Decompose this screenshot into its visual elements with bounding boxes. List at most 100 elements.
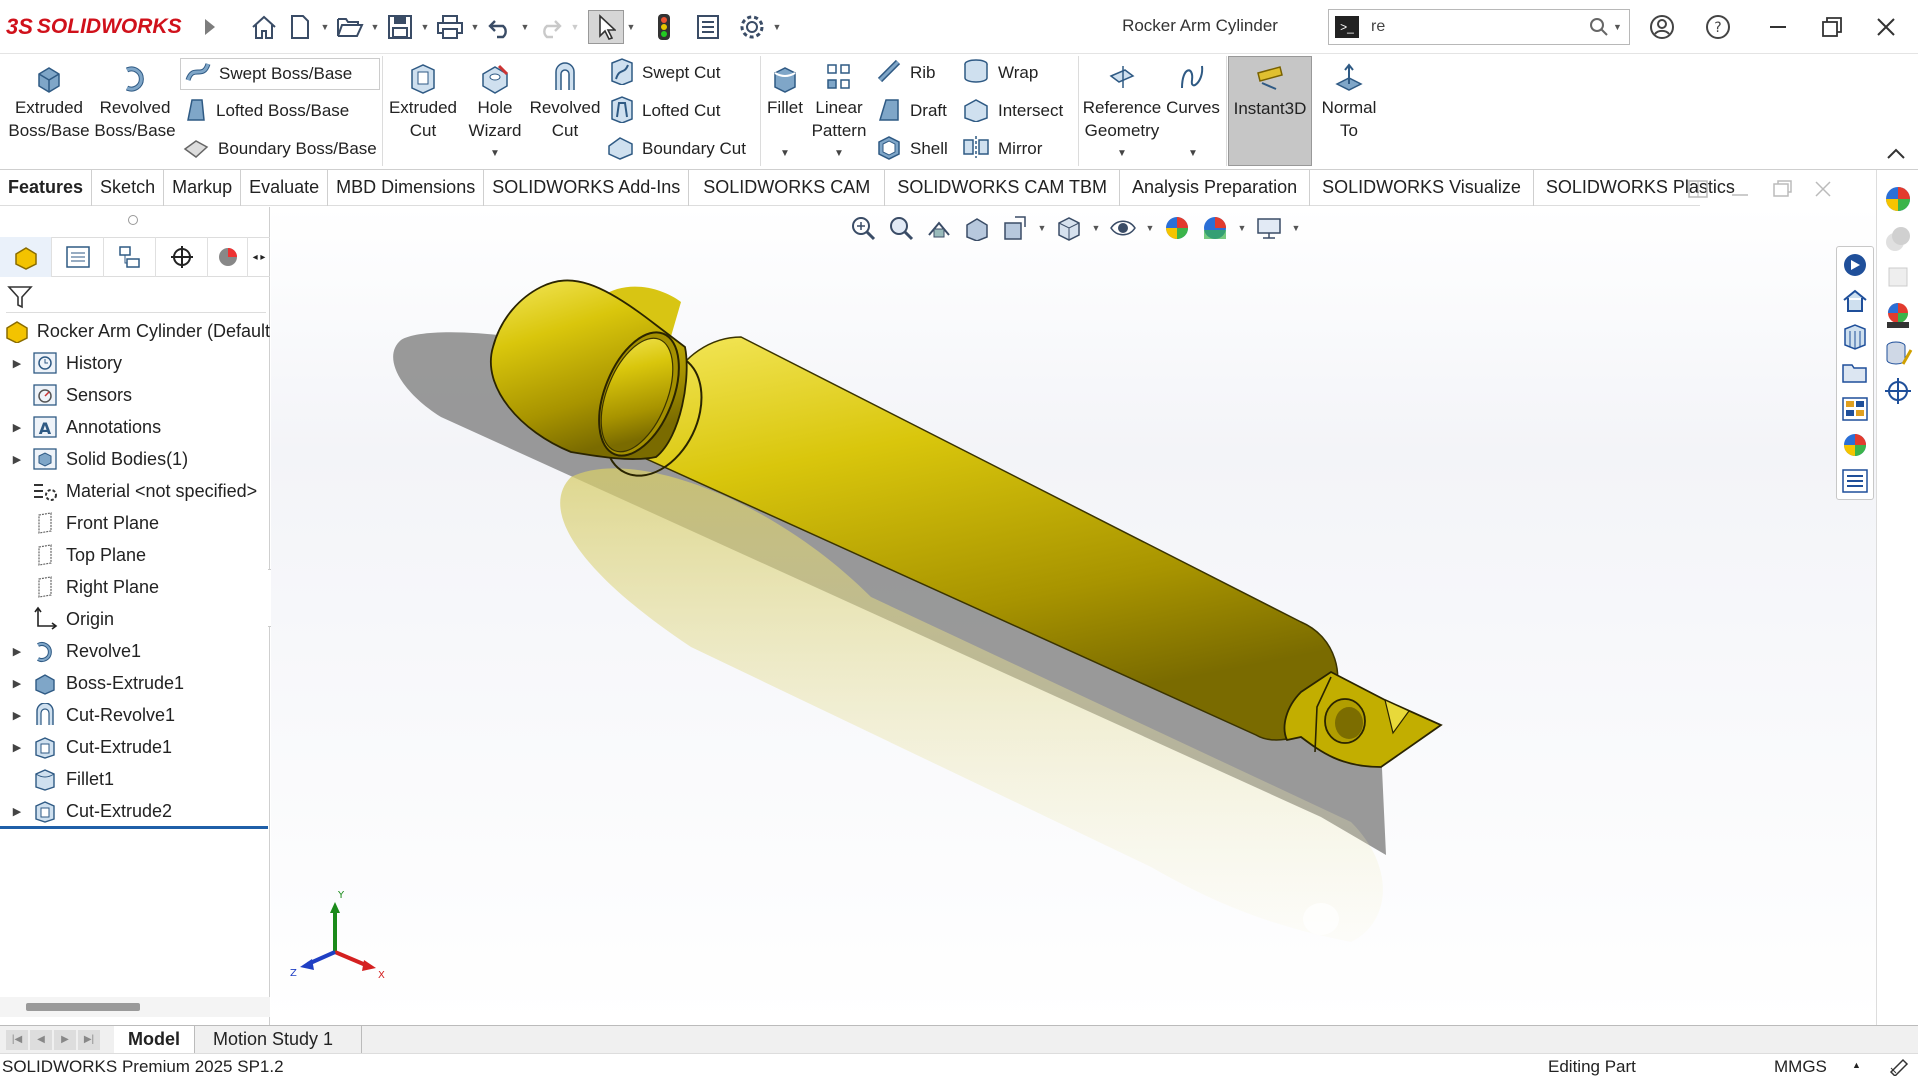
boundary-boss-button[interactable]: Boundary Boss/Base xyxy=(182,134,377,164)
file-properties-icon[interactable] xyxy=(690,10,726,44)
first-tab-icon[interactable]: |◀ xyxy=(6,1029,28,1050)
fillet-dropdown-icon[interactable]: ▼ xyxy=(762,142,808,165)
panel-splitter-handle[interactable] xyxy=(128,215,138,225)
tab-solidworks-add-ins[interactable]: SOLIDWORKS Add-Ins xyxy=(484,169,690,206)
scene-lights-icon[interactable] xyxy=(1883,300,1913,335)
wrap-button[interactable]: Wrap xyxy=(962,58,1038,88)
search-box[interactable]: >_ re ▼ xyxy=(1328,9,1630,45)
restore-icon[interactable] xyxy=(1812,12,1852,42)
minimize-icon[interactable] xyxy=(1758,12,1798,42)
rib-button[interactable]: Rib xyxy=(876,58,936,88)
expand-arrow-icon[interactable]: ▶ xyxy=(4,357,30,370)
boundary-cut-button[interactable]: Boundary Cut xyxy=(606,134,746,164)
tree-item-cut-extrude2[interactable]: ▶ Cut-Extrude2 xyxy=(0,795,270,827)
tab-sketch[interactable]: Sketch xyxy=(92,169,165,206)
search-icon[interactable] xyxy=(1585,17,1613,37)
tree-root-part[interactable]: Rocker Arm Cylinder (Default xyxy=(0,315,270,347)
appearances-scenes-icon[interactable] xyxy=(1837,427,1873,463)
save-dropdown-icon[interactable]: ▼ xyxy=(418,10,432,44)
fillet-button[interactable]: Fillet ▼ xyxy=(762,60,808,165)
rebuild-traffic-light-icon[interactable] xyxy=(646,10,682,44)
select-dropdown-icon[interactable]: ▼ xyxy=(624,10,638,44)
select-cursor-icon[interactable] xyxy=(588,10,624,44)
dimxpert-manager-tab-icon[interactable] xyxy=(156,237,208,277)
tree-item-material[interactable]: Material <not specified> xyxy=(0,475,270,507)
tree-item-cut-extrude1[interactable]: ▶ Cut-Extrude1 xyxy=(0,731,270,763)
dynamic-views-dropdown-icon[interactable]: ▼ xyxy=(1038,211,1047,245)
shell-button[interactable]: Shell xyxy=(876,134,948,164)
tree-filter-bar[interactable] xyxy=(6,281,266,313)
next-tab-icon[interactable]: ▶ xyxy=(54,1029,76,1050)
expand-arrow-icon[interactable]: ▶ xyxy=(4,677,30,690)
view-close-icon[interactable] xyxy=(1814,180,1832,198)
display-style-dropdown-icon[interactable]: ▼ xyxy=(1146,211,1155,245)
appearance-ball-icon[interactable] xyxy=(1883,184,1913,219)
view-maximize-icon[interactable] xyxy=(1772,180,1792,198)
tab-features[interactable]: Features xyxy=(0,169,93,206)
print-icon[interactable] xyxy=(432,10,468,44)
last-tab-icon[interactable]: ▶| xyxy=(78,1029,100,1050)
undo-icon[interactable] xyxy=(482,10,518,44)
new-document-icon[interactable] xyxy=(282,10,318,44)
intersect-button[interactable]: Intersect xyxy=(962,96,1063,126)
view-orientation-icon[interactable] xyxy=(1054,213,1084,243)
design-library-home-icon[interactable] xyxy=(1837,283,1873,319)
units-dropdown-icon[interactable]: ▲ xyxy=(1852,1060,1861,1070)
draft-button[interactable]: Draft xyxy=(876,96,947,126)
tab-solidworks-cam[interactable]: SOLIDWORKS CAM xyxy=(689,169,886,206)
undo-dropdown-icon[interactable]: ▼ xyxy=(518,10,532,44)
rollback-bar[interactable] xyxy=(0,826,268,829)
linear-pattern-button[interactable]: Linear Pattern ▼ xyxy=(806,60,872,165)
expand-arrow-icon[interactable]: ▶ xyxy=(4,421,30,434)
revolved-cut-button[interactable]: Revolved Cut xyxy=(528,60,602,142)
tree-item-solid-bodies[interactable]: ▶ Solid Bodies(1) xyxy=(0,443,270,475)
save-icon[interactable] xyxy=(382,10,418,44)
unit-system-button[interactable]: MMGS xyxy=(1774,1057,1827,1077)
tree-horizontal-scrollbar[interactable] xyxy=(0,997,270,1017)
tree-item-right-plane[interactable]: Right Plane xyxy=(0,571,270,603)
display-manager-tab-icon[interactable] xyxy=(208,237,248,277)
normal-to-button[interactable]: Normal To xyxy=(1314,60,1384,142)
section-view-icon[interactable] xyxy=(962,213,992,243)
swept-boss-button[interactable]: Swept Boss/Base xyxy=(180,58,380,90)
tree-item-revolve1[interactable]: ▶ Revolve1 xyxy=(0,635,270,667)
filter-icon[interactable] xyxy=(6,283,34,311)
tree-item-front-plane[interactable]: Front Plane xyxy=(0,507,270,539)
zoom-to-area-icon[interactable] xyxy=(886,213,916,243)
expand-menu-arrow-icon[interactable] xyxy=(192,10,228,44)
tab-model[interactable]: Model xyxy=(114,1025,195,1054)
tree-item-origin[interactable]: Origin xyxy=(0,603,270,635)
configuration-manager-tab-icon[interactable] xyxy=(104,237,156,277)
tree-item-cut-revolve1[interactable]: ▶ Cut-Revolve1 xyxy=(0,699,270,731)
feature-manager-tab-icon[interactable] xyxy=(0,237,52,277)
help-icon[interactable]: ? xyxy=(1698,12,1738,42)
view-settings-monitor-icon[interactable] xyxy=(1254,213,1284,243)
view-palette-icon[interactable] xyxy=(1837,391,1873,427)
tab-solidworks-cam-tbm[interactable]: SOLIDWORKS CAM TBM xyxy=(885,169,1121,206)
print-dropdown-icon[interactable]: ▼ xyxy=(468,10,482,44)
design-library-icon[interactable] xyxy=(1837,319,1873,355)
expand-arrow-icon[interactable]: ▶ xyxy=(4,805,30,818)
target-icon[interactable] xyxy=(1883,376,1913,411)
view-settings-dropdown-icon[interactable]: ▼ xyxy=(1292,211,1301,245)
solidworks-resources-icon[interactable] xyxy=(1837,247,1873,283)
instant3d-button[interactable]: Instant3D xyxy=(1228,56,1312,166)
tree-item-fillet1[interactable]: Fillet1 xyxy=(0,763,270,795)
hole-wizard-button[interactable]: Hole Wizard ▼ xyxy=(460,60,530,165)
property-manager-tab-icon[interactable] xyxy=(52,237,104,277)
tab-navigation-arrows[interactable]: |◀ ◀ ▶ ▶| xyxy=(0,1029,106,1050)
collapse-ribbon-icon[interactable] xyxy=(1886,146,1906,165)
display-style-icon[interactable] xyxy=(1108,213,1138,243)
options-dropdown-icon[interactable]: ▼ xyxy=(770,10,784,44)
view-minimize-icon[interactable] xyxy=(1730,180,1750,198)
tab-solidworks-visualize[interactable]: SOLIDWORKS Visualize xyxy=(1310,169,1534,206)
tree-item-boss-extrude1[interactable]: ▶ Boss-Extrude1 xyxy=(0,667,270,699)
new-dropdown-icon[interactable]: ▼ xyxy=(318,10,332,44)
options-gear-icon[interactable] xyxy=(734,10,770,44)
hole-wizard-dropdown-icon[interactable]: ▼ xyxy=(460,142,530,165)
tab-markup[interactable]: Markup xyxy=(164,169,242,206)
view-orientation-dropdown-icon[interactable]: ▼ xyxy=(1092,211,1101,245)
solidworks-logo[interactable]: 3S SOLIDWORKS xyxy=(6,12,182,42)
previous-view-icon[interactable] xyxy=(924,213,954,243)
open-dropdown-icon[interactable]: ▼ xyxy=(368,10,382,44)
